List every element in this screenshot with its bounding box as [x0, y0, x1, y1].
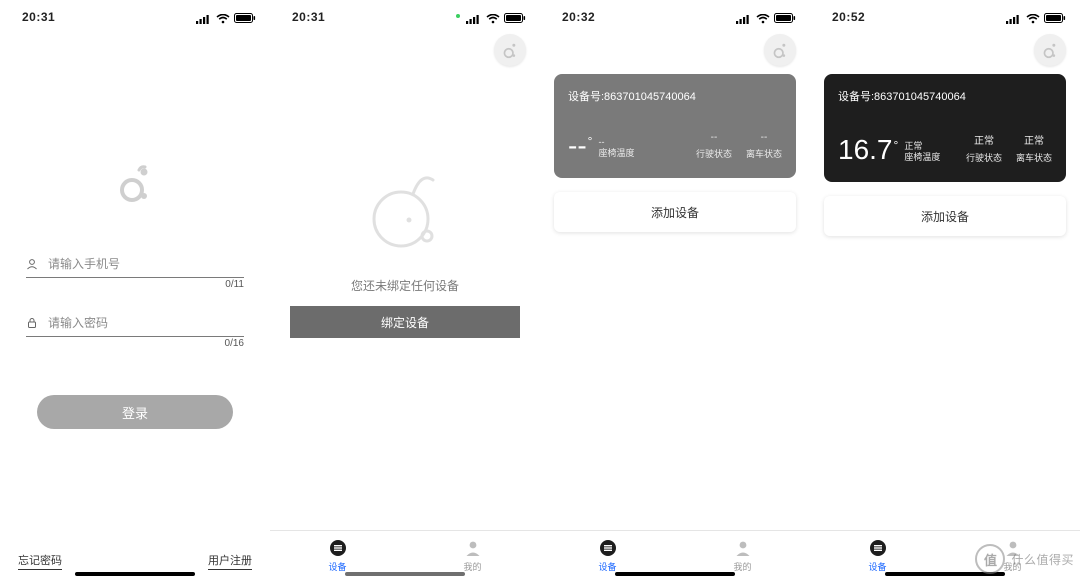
signal-icon: [736, 14, 752, 24]
user-icon: [26, 258, 42, 270]
seat-temp-label: 座椅温度: [598, 148, 634, 160]
bind-device-button[interactable]: 绑定设备: [290, 306, 520, 338]
forgot-password-link[interactable]: 忘记密码: [18, 552, 62, 570]
degree-symbol: °: [588, 134, 593, 148]
devices-tab-icon: [598, 538, 618, 558]
devices-tab-icon: [328, 538, 348, 558]
battery-icon: [774, 13, 796, 24]
status-bar: 20:32: [540, 0, 810, 24]
battery-icon: [234, 13, 256, 24]
tab-devices-label: 设备: [868, 560, 886, 573]
battery-icon: [504, 13, 526, 24]
add-device-button[interactable]: 添加设备: [554, 192, 796, 232]
devices-tab-icon: [868, 538, 888, 558]
screen-empty: 20:31 您还未绑定任何设备 绑定设备 设备: [270, 0, 540, 580]
empty-illustration: [365, 164, 445, 259]
device-card[interactable]: 设备号:863701045740064 -- ° -- 座椅温度 -- 行驶状: [554, 74, 796, 178]
screen-device-dark: 20:52 设备号:863701045740064 16.7 ° 正常: [810, 0, 1080, 580]
device-card[interactable]: 设备号:863701045740064 16.7 ° 正常 座椅温度 正常 行: [824, 74, 1066, 182]
seat-temp-label: 座椅温度: [904, 152, 940, 164]
device-id: 设备号:863701045740064: [838, 88, 1052, 104]
lock-icon: [26, 317, 42, 329]
clock: 20:52: [832, 10, 865, 24]
status-bar: 20:52: [810, 0, 1080, 24]
wifi-icon: [756, 14, 770, 24]
tab-devices-label: 设备: [598, 560, 616, 573]
mine-tab-icon: [733, 538, 753, 558]
wifi-icon: [1026, 14, 1040, 24]
wifi-icon: [486, 14, 500, 24]
leave-status-label: 离车状态: [1016, 151, 1052, 164]
phone-field[interactable]: 请输入手机号 0/11: [26, 249, 244, 278]
password-field[interactable]: 请输入密码 0/16: [26, 308, 244, 337]
header-logo-button[interactable]: [494, 34, 526, 66]
tab-mine-label: 我的: [733, 560, 751, 573]
password-placeholder: 请输入密码: [48, 314, 244, 331]
mine-tab-icon: [463, 538, 483, 558]
drive-status-value: --: [711, 132, 718, 143]
screen-device-grey: 20:32 设备号:863701045740064 -- ° --: [540, 0, 810, 580]
phone-placeholder: 请输入手机号: [48, 255, 244, 272]
signal-icon: [1006, 14, 1022, 24]
login-button[interactable]: 登录: [37, 395, 233, 429]
header-logo-button[interactable]: [1034, 34, 1066, 66]
clock: 20:32: [562, 10, 595, 24]
activity-dot-icon: [456, 14, 460, 18]
register-link[interactable]: 用户注册: [208, 552, 252, 570]
wifi-icon: [216, 14, 230, 24]
drive-status-label: 行驶状态: [966, 151, 1002, 164]
clock: 20:31: [292, 10, 325, 24]
clock: 20:31: [22, 10, 55, 24]
watermark-badge: 值: [975, 544, 1005, 574]
status-bar: 20:31: [0, 0, 270, 24]
phone-counter: 0/11: [225, 279, 244, 290]
tab-devices-label: 设备: [328, 560, 346, 573]
drive-status-value: 正常: [974, 132, 994, 147]
home-indicator: [345, 572, 465, 576]
seat-temp-status: 正常: [904, 141, 940, 153]
watermark-text: 什么值得买: [1011, 551, 1074, 568]
empty-message: 您还未绑定任何设备: [351, 277, 459, 294]
leave-status-value: --: [761, 132, 768, 143]
password-counter: 0/16: [225, 338, 244, 349]
leave-status-label: 离车状态: [746, 147, 782, 160]
signal-icon: [466, 14, 482, 24]
bottom-links: 忘记密码 用户注册: [0, 552, 270, 570]
leave-status-value: 正常: [1024, 132, 1044, 147]
home-indicator: [75, 572, 195, 576]
device-id: 设备号:863701045740064: [568, 88, 782, 104]
app-logo: [114, 162, 156, 209]
seat-temp-value: 16.7: [838, 136, 893, 164]
home-indicator: [615, 572, 735, 576]
battery-icon: [1044, 13, 1066, 24]
tab-mine-label: 我的: [463, 560, 481, 573]
status-bar: 20:31: [270, 0, 540, 24]
signal-icon: [196, 14, 212, 24]
screen-login: 20:31 请输入手机号 0/11 请输入密码 0/16 登录: [0, 0, 270, 580]
add-device-button[interactable]: 添加设备: [824, 196, 1066, 236]
seat-temp-status: --: [598, 137, 634, 149]
degree-symbol: °: [894, 138, 899, 152]
seat-temp-value: --: [568, 132, 587, 160]
header-logo-button[interactable]: [764, 34, 796, 66]
watermark: 值 什么值得买: [975, 544, 1074, 574]
drive-status-label: 行驶状态: [696, 147, 732, 160]
